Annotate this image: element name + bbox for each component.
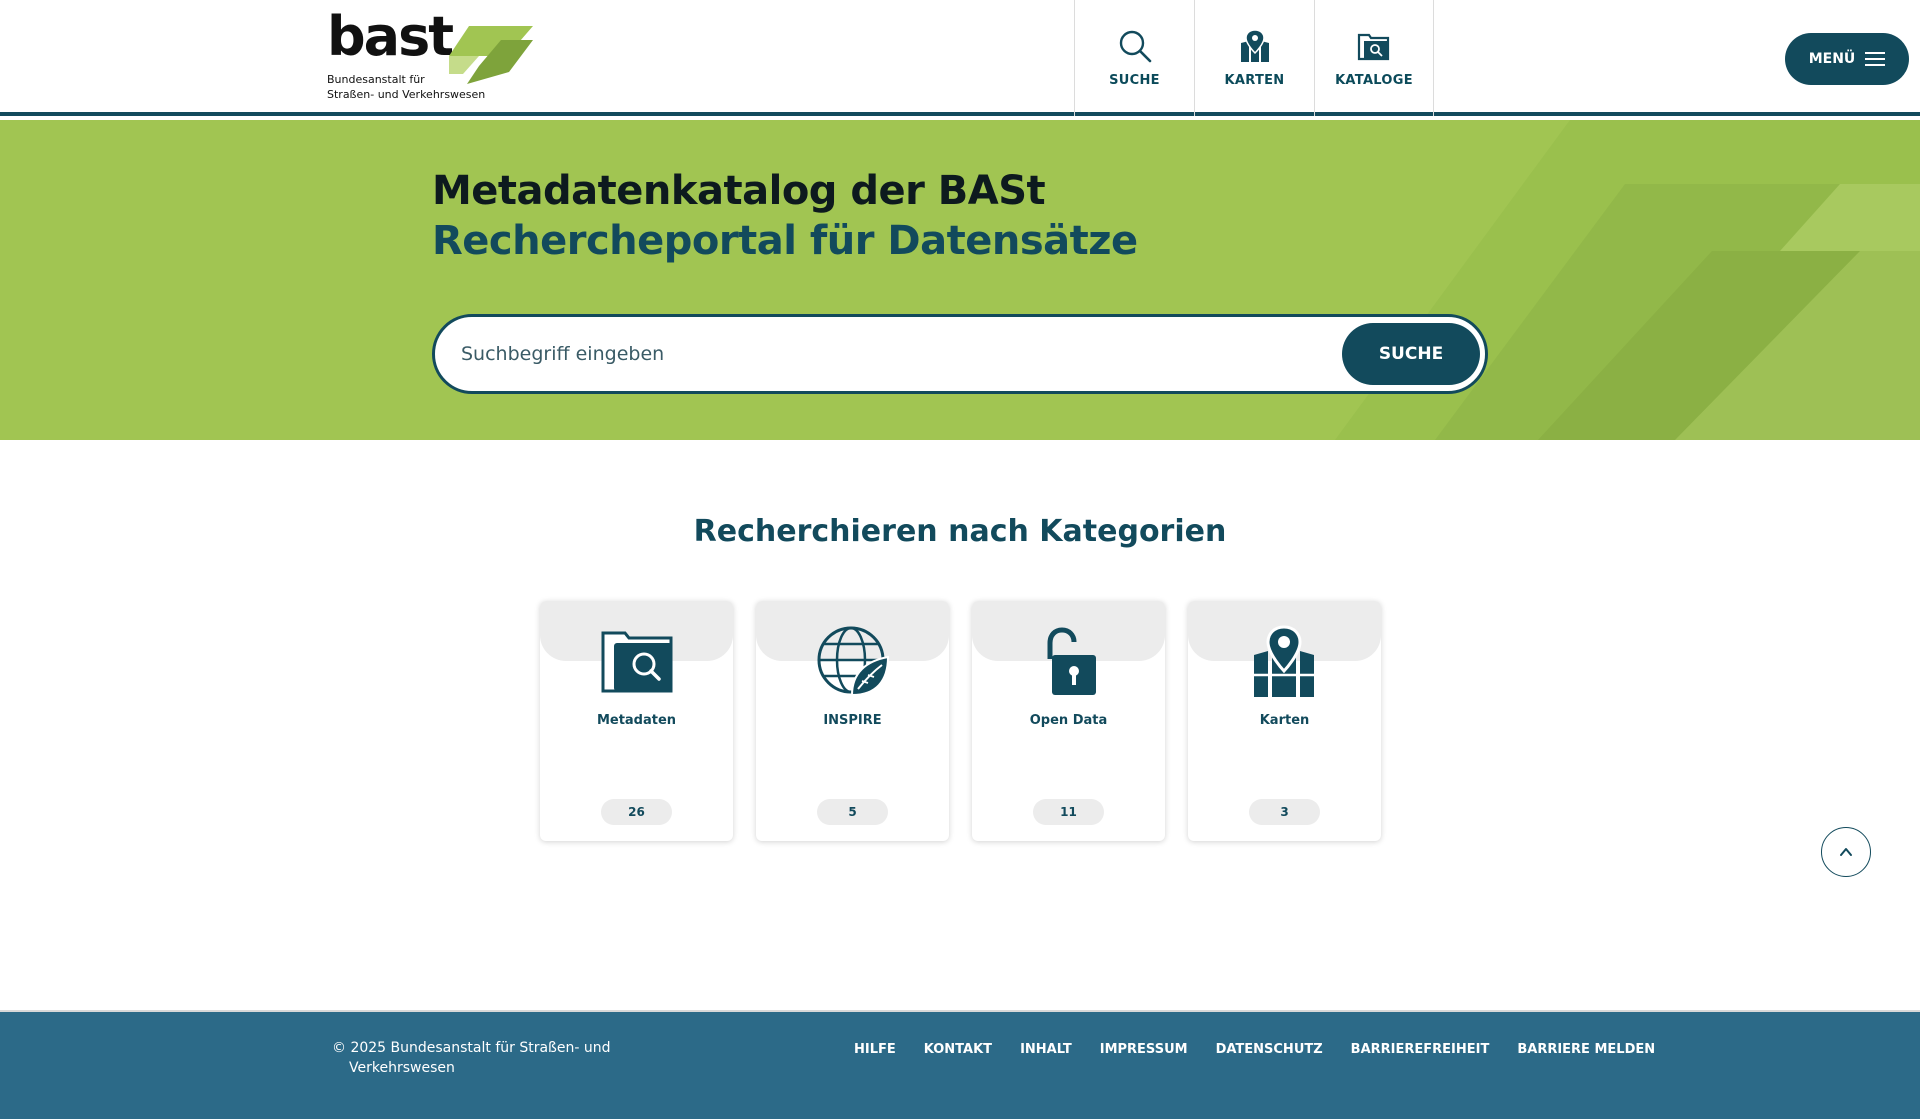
card-count-badge: 26: [601, 799, 672, 825]
topnav-suche[interactable]: SUCHE: [1074, 0, 1194, 116]
category-card-inspire[interactable]: INSPIRE 5: [756, 601, 949, 841]
logo-wordmark: bast: [327, 5, 454, 68]
topnav-kataloge[interactable]: KATALOGE: [1314, 0, 1434, 116]
footer-link-datenschutz[interactable]: DATENSCHUTZ: [1216, 1042, 1323, 1057]
folder-search-icon: [1357, 33, 1390, 60]
top-navigation: SUCHE KARTEN KATALOGE: [1074, 0, 1434, 116]
card-label: INSPIRE: [823, 713, 882, 728]
search-button[interactable]: SUCHE: [1342, 323, 1480, 385]
search-icon: [1119, 30, 1151, 62]
footer-link-barriere-melden[interactable]: BARRIERE MELDEN: [1517, 1042, 1655, 1057]
back-to-top-button[interactable]: [1821, 827, 1871, 877]
topnav-karten-label: KARTEN: [1224, 72, 1285, 88]
search-bar: SUCHE: [432, 314, 1488, 394]
card-count-badge: 5: [817, 799, 888, 825]
topnav-kataloge-label: KATALOGE: [1335, 72, 1413, 88]
topnav-suche-label: SUCHE: [1109, 72, 1160, 88]
site-header: bast Bundesanstalt für Straßen- und Verk…: [0, 0, 1920, 116]
category-card-open-data[interactable]: Open Data 11: [972, 601, 1165, 841]
footer-link-barrierefreiheit[interactable]: BARRIEREFREIHEIT: [1351, 1042, 1490, 1057]
bast-logo[interactable]: bast Bundesanstalt für Straßen- und Verk…: [327, 10, 533, 104]
category-card-metadaten[interactable]: Metadaten 26: [540, 601, 733, 841]
category-cards: Metadaten 26 INSPIRE 5 Open Data 11 Kart…: [540, 601, 1381, 841]
card-label: Metadaten: [596, 713, 677, 728]
topnav-karten[interactable]: KARTEN: [1194, 0, 1314, 116]
card-count-badge: 3: [1249, 799, 1320, 825]
card-label: Karten: [1259, 713, 1310, 728]
card-label: Open Data: [1029, 713, 1108, 728]
page-title: Metadatenkatalog der BASt: [432, 168, 1046, 214]
footer-link-kontakt[interactable]: KONTAKT: [924, 1042, 992, 1057]
categories-title: Recherchieren nach Kategorien: [693, 514, 1227, 549]
logo-subtitle: Bundesanstalt für Straßen- und Verkehrsw…: [327, 73, 486, 101]
globe-leaf-icon: [817, 626, 890, 697]
folder-search-icon: [601, 631, 673, 693]
footer-link-inhalt[interactable]: INHALT: [1020, 1042, 1072, 1057]
card-count-badge: 11: [1033, 799, 1104, 825]
site-footer: © 2025 Bundesanstalt für Straßen- und Ve…: [0, 1010, 1920, 1119]
footer-link-hilfe[interactable]: HILFE: [854, 1042, 896, 1057]
menu-button-label: MENÜ: [1808, 51, 1856, 67]
map-pin-icon: [1254, 625, 1314, 697]
chevron-up-icon: [1840, 848, 1852, 856]
footer-link-impressum[interactable]: IMPRESSUM: [1100, 1042, 1188, 1057]
footer-copyright: © 2025 Bundesanstalt für Straßen- und Ve…: [332, 1040, 611, 1076]
footer-navigation: HILFE KONTAKT INHALT IMPRESSUM DATENSCHU…: [854, 1042, 1655, 1057]
search-input[interactable]: [461, 335, 1241, 373]
menu-button[interactable]: MENÜ: [1785, 33, 1909, 85]
page-subtitle: Rechercheportal für Datensätze: [432, 218, 1138, 264]
hero-banner: Metadatenkatalog der BASt Rechercheporta…: [0, 120, 1920, 440]
open-lock-icon: [1047, 627, 1096, 695]
hamburger-icon: [1865, 52, 1886, 66]
map-pin-icon: [1240, 28, 1269, 62]
category-card-karten[interactable]: Karten 3: [1188, 601, 1381, 841]
